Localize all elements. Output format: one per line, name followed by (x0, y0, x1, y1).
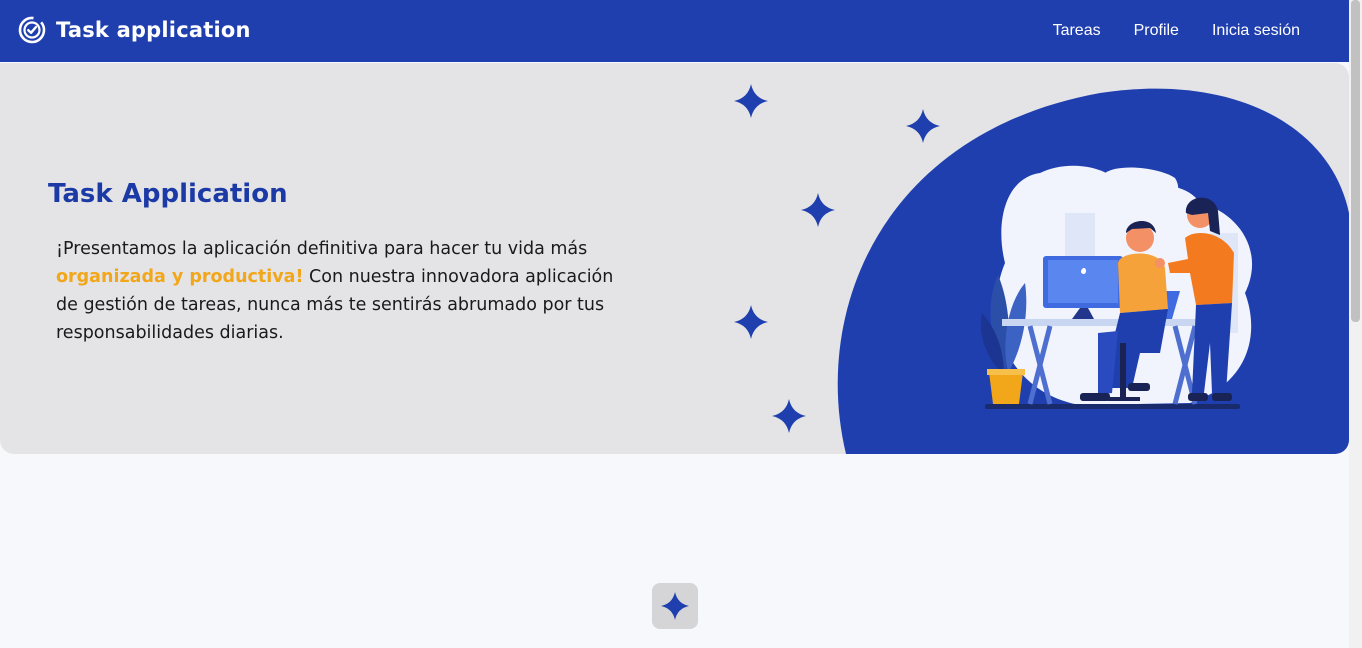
top-navbar: Task application Tareas Profile Inicia s… (0, 0, 1349, 62)
check-badge-icon (18, 16, 46, 44)
brand-name: Task application (56, 18, 251, 42)
hero-section: Task Application ¡Presentamos la aplicac… (0, 63, 1349, 454)
sparkle-star-icon (801, 193, 835, 227)
page-scrollbar[interactable] (1349, 0, 1362, 648)
sparkle-button[interactable] (652, 583, 698, 629)
people-working-at-desk-illustration (980, 165, 1253, 409)
hero-description: ¡Presentamos la aplicación definitiva pa… (56, 235, 636, 347)
brand-link[interactable]: Task application (18, 16, 251, 44)
nav-link-tareas[interactable]: Tareas (1053, 22, 1101, 40)
hero-text-intro: ¡Presentamos la aplicación definitiva pa… (56, 239, 588, 259)
sparkle-star-icon (772, 399, 806, 433)
sparkle-star-icon (906, 109, 940, 143)
nav-link-login[interactable]: Inicia sesión (1212, 22, 1300, 40)
scrollbar-thumb[interactable] (1351, 0, 1360, 322)
hero-highlight: organizada y productiva! (56, 267, 304, 287)
sparkle-star-icon (734, 305, 768, 339)
nav-link-profile[interactable]: Profile (1134, 22, 1179, 40)
hero-title: Task Application (48, 179, 288, 209)
nav-links: Tareas Profile Inicia sesión (1053, 0, 1300, 62)
sparkle-star-icon (734, 84, 768, 118)
sparkle-star-icon (661, 592, 689, 620)
